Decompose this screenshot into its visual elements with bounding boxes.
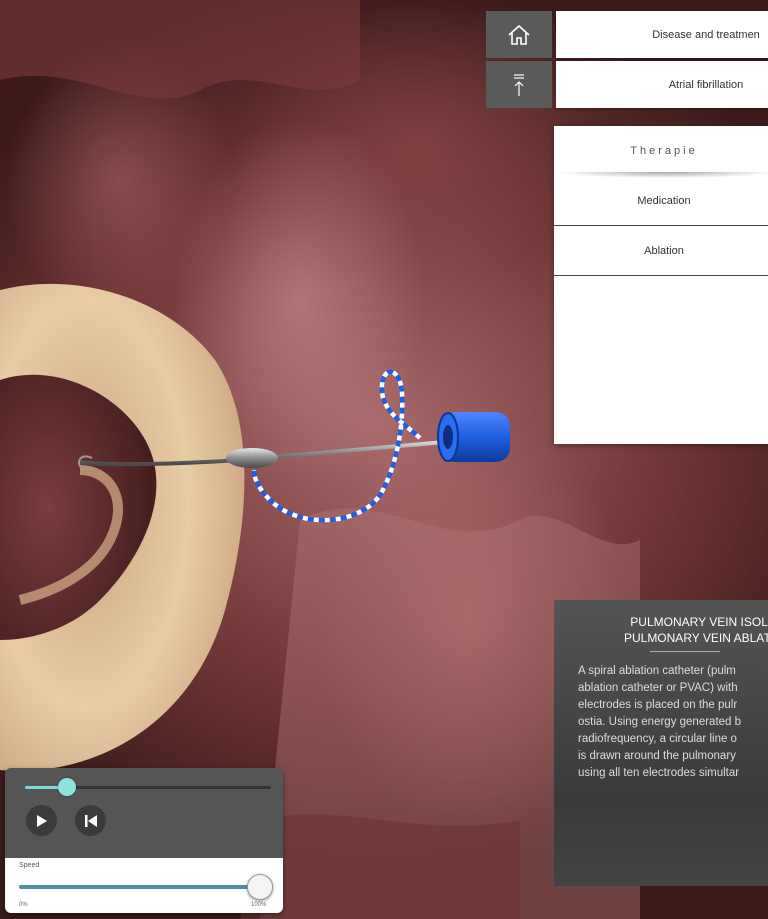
speed-slider[interactable] <box>19 885 259 889</box>
info-text-line: using all ten electrodes simultar <box>578 767 740 779</box>
info-description: A spiral ablation catheter (pulm ablatio… <box>578 663 768 782</box>
scroll-top-button[interactable] <box>486 61 552 108</box>
animation-player: Speed 0% 100% <box>5 768 283 913</box>
scroll-top-icon <box>514 73 524 96</box>
therapy-title: Therapie <box>630 145 698 157</box>
home-button[interactable] <box>486 11 552 58</box>
info-text-line: is drawn around the pulmonary <box>578 750 736 762</box>
info-panel: PULMONARY VEIN ISOLATI PULMONARY VEIN AB… <box>554 600 768 886</box>
therapy-panel: Therapie Medication Ablation <box>554 126 768 444</box>
info-title-line-2: PULMONARY VEIN ABLATION <box>623 631 768 645</box>
therapy-item-label: Ablation <box>644 244 684 257</box>
info-title-line-1: PULMONARY VEIN ISOLATI <box>630 615 768 629</box>
speed-min-label: 0% <box>19 902 28 908</box>
timeline-handle[interactable] <box>57 778 76 796</box>
breadcrumb-atrial-label: Atrial fibrillation <box>668 78 744 91</box>
play-button[interactable] <box>26 805 57 836</box>
info-text-line: radiofrequency, a circular line o <box>578 733 737 745</box>
info-divider <box>650 651 720 652</box>
player-controls <box>5 768 283 858</box>
restart-button[interactable] <box>75 805 106 836</box>
play-icon <box>36 814 47 827</box>
info-title: PULMONARY VEIN ISOLATI PULMONARY VEIN AB… <box>578 614 768 646</box>
home-icon <box>508 24 530 45</box>
speed-max-label: 100% <box>251 902 267 908</box>
speed-handle[interactable] <box>247 874 273 900</box>
info-text-line: A spiral ablation catheter (pulm <box>578 665 736 677</box>
therapy-item-label: Medication <box>637 194 691 207</box>
info-text-line: ostia. Using energy generated b <box>578 716 742 728</box>
speed-label: Speed <box>19 862 40 869</box>
speed-control: Speed 0% 100% <box>5 858 283 913</box>
info-text-line: ablation catheter or PVAC) with <box>578 682 738 694</box>
skip-back-icon <box>84 814 97 827</box>
therapy-item-medication[interactable]: Medication <box>554 176 768 226</box>
breadcrumb-disease-label: Disease and treatmen <box>652 28 760 41</box>
info-text-line: electrodes is placed on the pulr <box>578 699 738 711</box>
therapy-item-ablation[interactable]: Ablation <box>554 226 768 276</box>
breadcrumb-disease[interactable]: Disease and treatmen <box>556 11 768 58</box>
breadcrumb-atrial-fibrillation[interactable]: Atrial fibrillation <box>556 61 768 108</box>
